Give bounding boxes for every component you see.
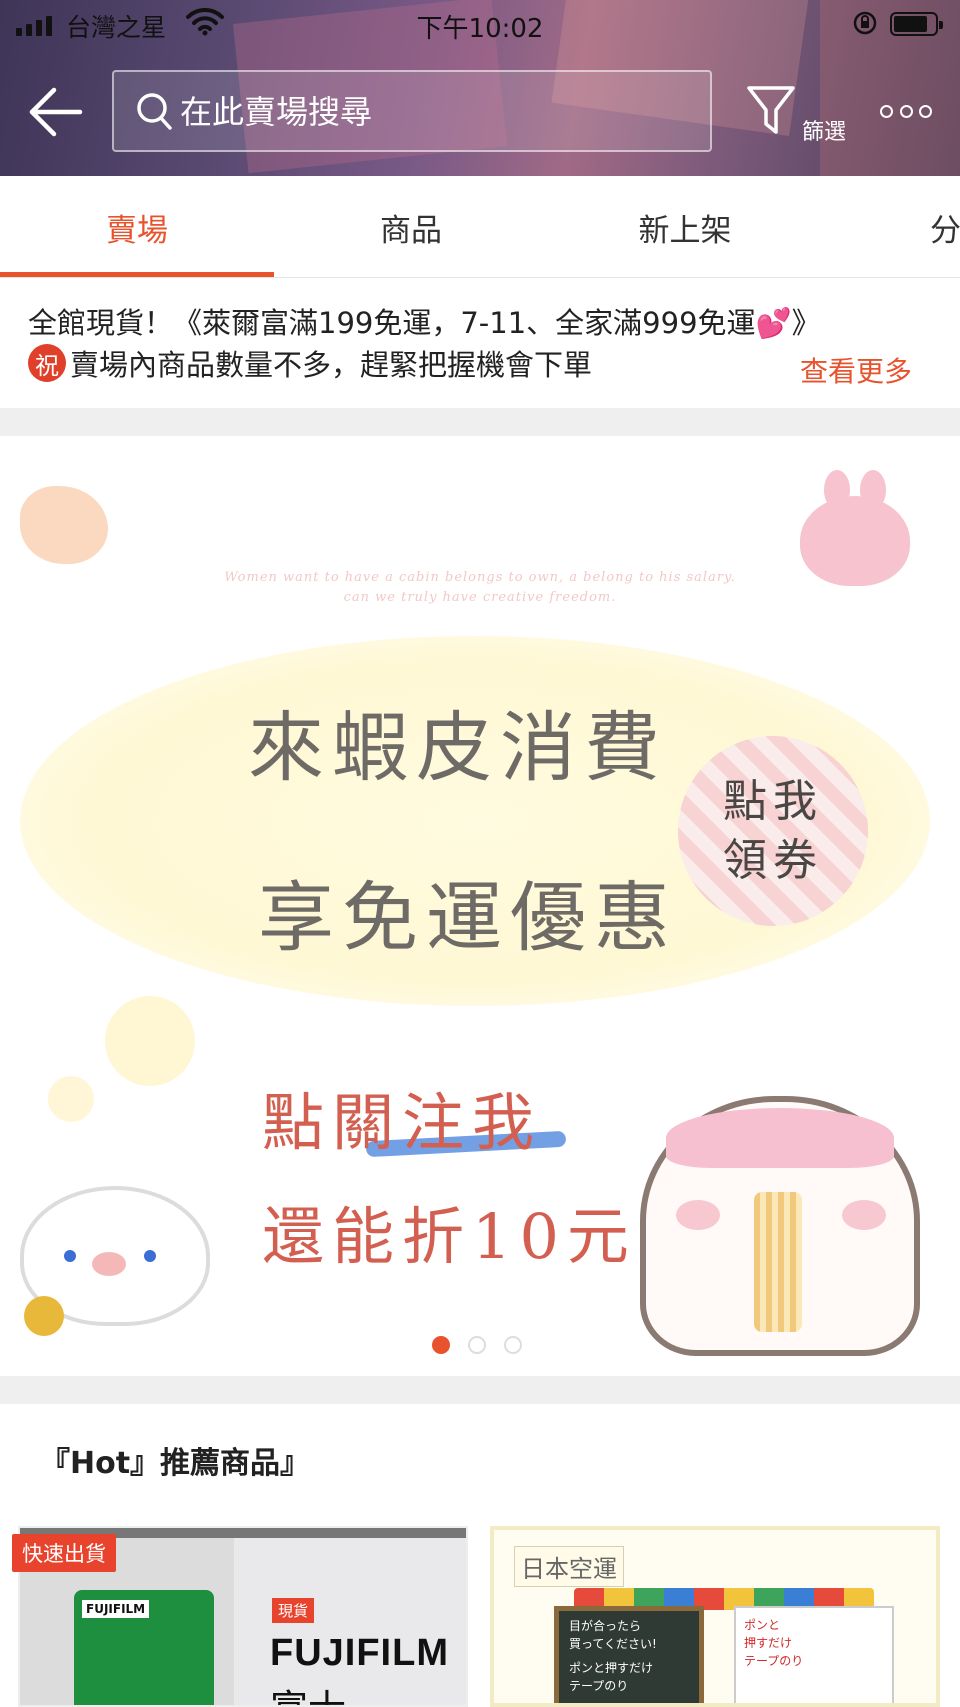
more-dot-icon [880,104,893,118]
product-brand-sub: 富士 [270,1678,346,1705]
follow-promo-line-1: 點關注我 [262,1086,543,1159]
hamster-illustration [640,1096,920,1356]
clock: 下午10:02 [416,14,544,44]
coupon-line-1: 點我 [723,775,823,827]
banner-headline-2: 享免運優惠 [258,873,678,962]
search-input[interactable] [180,88,680,136]
announcement-line-1: 全館現貨！《萊爾富滿199免運，7-11、全家滿999免運💕》 [28,306,821,340]
bubble-decoration [105,996,195,1086]
note-text: テープのり [744,1654,804,1668]
import-origin-tag: 日本空運 [514,1546,624,1587]
filter-funnel-icon [747,86,795,134]
orientation-lock-icon [852,10,878,43]
more-options-button[interactable] [880,100,932,122]
tab-products[interactable]: 商品 [274,176,548,278]
product-card[interactable]: 日本空運 目が合ったら 買ってください! ポンと押すだけ テープのり ポンと 押… [490,1526,940,1707]
search-icon [136,92,174,136]
section-divider [0,1376,960,1404]
tab-new-arrivals[interactable]: 新上架 [548,176,822,278]
sunflower-decoration [24,1296,64,1336]
shop-announcement: 全館現貨！《萊爾富滿199免運，7-11、全家滿999免運💕》 祝 賣場內商品數… [0,278,960,408]
banner-small-text-1: Women want to have a cabin belongs to ow… [224,570,736,585]
coupon-line-2: 領券 [723,835,823,886]
note-text: 押すだけ [744,1636,793,1650]
recommended-section-title: 『Hot』推薦商品』 [40,1446,311,1481]
product-brand: FUJIFILM [270,1632,449,1674]
carousel-dot[interactable] [468,1336,486,1354]
get-coupon-button[interactable]: 點我 領券 [678,736,868,926]
fast-shipping-badge: 快速出貨 [12,1534,116,1572]
back-arrow-icon [29,87,83,137]
active-tab-indicator [0,272,274,277]
carousel-dot-active[interactable] [432,1336,450,1354]
product-image-notepad: ポンと 押すだけ テープのり [734,1606,894,1703]
section-divider [0,408,960,436]
banner-headline-1: 來蝦皮消費 [248,703,668,792]
product-image-film-box: FUJIFILM [74,1590,214,1705]
board-text: ポンと押すだけ [569,1661,654,1675]
shop-tabs: 賣場 商品 新上架 分 [0,176,960,278]
announcement-line-2-text: 賣場內商品數量不多，趕緊把握機會下單 [70,348,593,382]
board-text: 買ってください! [569,1637,657,1651]
battery-icon [890,12,943,36]
tab-shop[interactable]: 賣場 [0,176,274,278]
banner-small-text-2: can we truly have creative freedom. [343,590,617,605]
in-stock-tag: 現貨 [272,1598,315,1623]
celebrate-icon: 祝 [28,344,66,382]
bubble-decoration [48,1076,94,1122]
follow-promo-line-2: 還能折10元 [262,1200,637,1273]
status-bar: 台灣之星 下午10:02 [0,0,960,48]
more-dot-icon [919,104,932,118]
flower-decoration [20,486,108,564]
announcement-line-2: 祝 賣場內商品數量不多，趕緊把握機會下單 [28,342,592,384]
carousel-pagination [432,1336,522,1354]
board-text: テープのり [569,1679,629,1693]
shop-header: 台灣之星 下午10:02 在此賣場搜尋 篩選 [0,0,960,176]
carousel-dot[interactable] [504,1336,522,1354]
film-box-label: FUJIFILM [82,1600,150,1618]
note-text: ポンと [744,1618,781,1632]
filter-button[interactable]: 篩選 [746,84,856,145]
see-more-link[interactable]: 查看更多 [800,350,912,390]
product-image-chalkboard: 目が合ったら 買ってください! ポンと押すだけ テープのり [554,1606,704,1703]
promo-banner-carousel[interactable]: Women want to have a cabin belongs to ow… [0,436,960,1376]
shop-search-box[interactable] [112,70,712,152]
more-dot-icon [899,104,913,118]
tab-categories[interactable]: 分 [822,176,960,278]
back-button[interactable] [28,86,84,138]
filter-label: 篩選 [802,120,847,145]
board-text: 目が合ったら [569,1619,642,1633]
